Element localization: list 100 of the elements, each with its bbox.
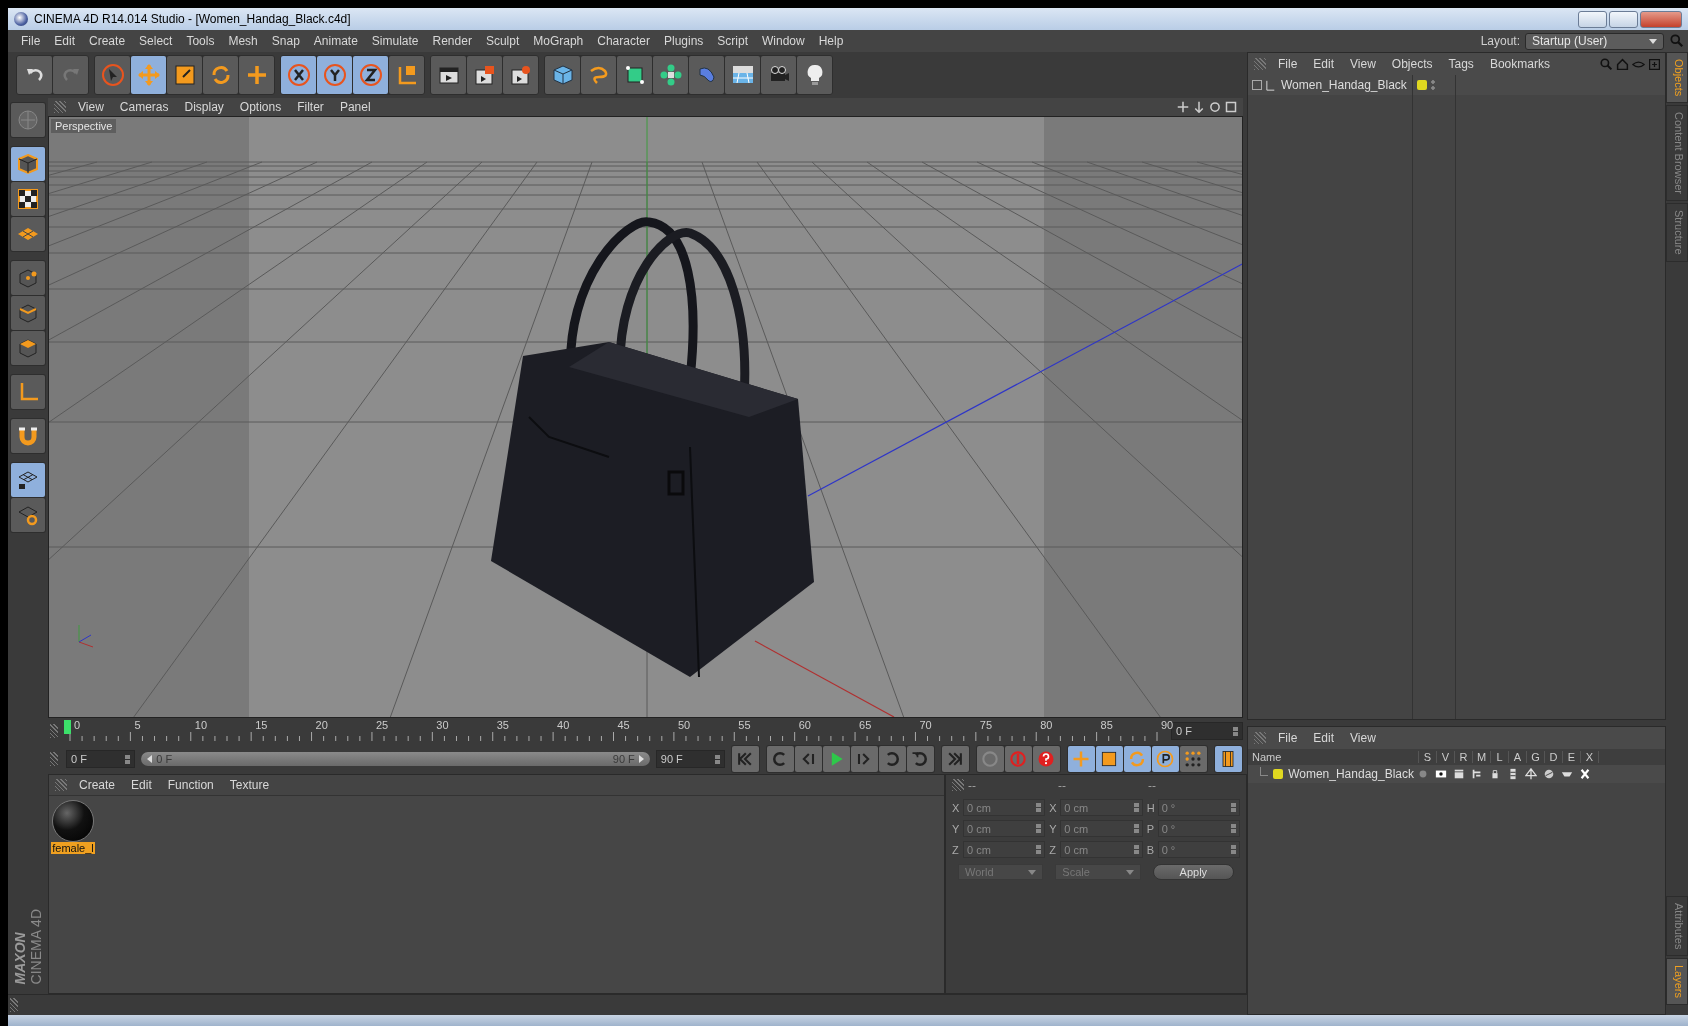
restore-button[interactable] (1609, 10, 1638, 28)
viewport-menu-item[interactable]: Options (231, 100, 290, 114)
loop-icon[interactable] (907, 746, 934, 772)
arrow-icon[interactable] (1193, 101, 1205, 113)
menu-item[interactable]: File (14, 34, 48, 48)
help-icon[interactable] (1033, 746, 1060, 772)
undo-icon[interactable] (17, 56, 52, 94)
rotate-icon[interactable] (203, 56, 238, 94)
menu-item[interactable]: Simulate (364, 34, 426, 48)
material-menu-item[interactable]: Edit (123, 778, 160, 792)
material-menu-item[interactable]: Texture (221, 778, 278, 792)
expand-icon[interactable] (1252, 80, 1262, 90)
edges-icon[interactable] (11, 296, 45, 330)
material-menu-item[interactable]: Create (71, 778, 124, 792)
key-scale-icon[interactable] (1096, 746, 1123, 772)
pyramid-icon[interactable] (1522, 768, 1540, 780)
start-frame-field[interactable]: 0 F (66, 750, 136, 768)
first-icon[interactable] (732, 746, 759, 772)
object-menu-item[interactable]: View (1342, 57, 1384, 71)
material-preview[interactable] (52, 800, 94, 842)
polygons-icon[interactable] (11, 331, 45, 365)
add-icon[interactable] (239, 56, 274, 94)
viewport-menu-item[interactable]: Panel (331, 100, 379, 114)
handbag-drawing[interactable] (491, 217, 814, 678)
visibility-dots-icon[interactable] (1431, 80, 1435, 90)
menu-item[interactable]: Sculpt (478, 34, 527, 48)
object-menu-item[interactable]: Objects (1383, 57, 1441, 71)
panel-grip[interactable] (1254, 732, 1266, 744)
render-view-icon[interactable] (431, 56, 466, 94)
menu-item[interactable]: Render (425, 34, 479, 48)
viewport-menu-item[interactable]: Display (176, 100, 232, 114)
menu-item[interactable]: Create (82, 34, 133, 48)
key-points-icon[interactable] (1180, 746, 1207, 772)
prev-frame-icon[interactable] (795, 746, 822, 772)
apply-button[interactable]: Apply (1152, 864, 1234, 880)
3d-viewport[interactable]: Perspective (48, 116, 1243, 718)
object-mode-icon[interactable] (11, 147, 45, 181)
side-tab[interactable]: Objects (1666, 52, 1688, 104)
array-icon[interactable] (653, 56, 688, 94)
object-menu-item[interactable]: Tags (1440, 57, 1482, 71)
timeline-icon[interactable] (1215, 746, 1242, 772)
search-icon[interactable] (1670, 34, 1684, 48)
layer-menu-item[interactable]: File (1270, 731, 1306, 745)
new-panel-icon[interactable] (1648, 57, 1661, 71)
axis-mode-icon[interactable] (11, 375, 45, 409)
cube-icon[interactable] (545, 56, 580, 94)
panel-grip[interactable] (952, 779, 964, 791)
menu-item[interactable]: Character (590, 34, 657, 48)
nurbs-icon[interactable] (617, 56, 652, 94)
layout-dropdown[interactable]: Startup (User) (1525, 32, 1664, 50)
floor-icon[interactable] (725, 56, 760, 94)
panel-grip[interactable] (55, 779, 67, 791)
layer-menu-item[interactable]: Edit (1305, 731, 1343, 745)
points-icon[interactable] (11, 261, 45, 295)
select-icon[interactable] (95, 56, 130, 94)
prev-key-icon[interactable] (767, 746, 794, 772)
coords-icon[interactable] (389, 56, 424, 94)
panel-grip[interactable] (54, 101, 66, 113)
menu-item[interactable]: Plugins (656, 34, 711, 48)
window-icon[interactable] (1225, 101, 1237, 113)
object-menu-item[interactable]: Edit (1305, 57, 1343, 71)
move-icon[interactable] (1177, 101, 1189, 113)
panel-grip[interactable] (10, 998, 18, 1012)
menu-item[interactable]: Window (755, 34, 812, 48)
rotate-icon[interactable] (1209, 101, 1221, 113)
menu-item[interactable]: Select (132, 34, 180, 48)
axis-z-icon[interactable] (353, 56, 388, 94)
workplane-snap-icon[interactable] (11, 498, 45, 532)
viewport-menu-item[interactable]: Filter (289, 100, 332, 114)
end-frame-field[interactable]: 90 F (655, 750, 725, 768)
key-param-icon[interactable] (1152, 746, 1179, 772)
menu-item[interactable]: Mesh (221, 34, 265, 48)
panel-grip[interactable] (50, 724, 58, 738)
panel-grip[interactable] (50, 752, 58, 766)
next-frame-icon[interactable] (851, 746, 878, 772)
playhead-marker[interactable] (64, 720, 71, 734)
workplane-lock-icon[interactable] (11, 463, 45, 497)
material-menu-item[interactable]: Function (159, 778, 222, 792)
timeline-ruler[interactable]: 0 5 10 15 20 25 30 35 40 45 50 55 60 65 70 75 80 85 90 0 F (48, 718, 1243, 744)
minimize-button[interactable] (1578, 10, 1607, 28)
viewport-menu-item[interactable]: Cameras (111, 100, 177, 114)
camera-icon[interactable] (761, 56, 796, 94)
menu-item[interactable]: Animate (306, 34, 365, 48)
menu-item[interactable]: MoGraph (526, 34, 591, 48)
search-icon[interactable] (1600, 57, 1613, 71)
object-menu-item[interactable]: File (1270, 57, 1306, 71)
object-menu-item[interactable]: Bookmarks (1481, 57, 1558, 71)
menu-item[interactable]: Snap (264, 34, 307, 48)
axis-x-icon[interactable] (281, 56, 316, 94)
light-icon[interactable] (797, 56, 832, 94)
render-settings-icon[interactable] (503, 56, 538, 94)
texture-mode-icon[interactable] (11, 182, 45, 216)
home-icon[interactable] (1616, 57, 1629, 71)
play-icon[interactable] (823, 746, 850, 772)
spline-icon[interactable] (581, 56, 616, 94)
scale-icon[interactable] (167, 56, 202, 94)
menu-item[interactable]: Script (710, 34, 755, 48)
deformer-icon[interactable] (689, 56, 724, 94)
viewport-menu-item[interactable]: View (70, 100, 112, 114)
menu-item[interactable]: Tools (179, 34, 222, 48)
